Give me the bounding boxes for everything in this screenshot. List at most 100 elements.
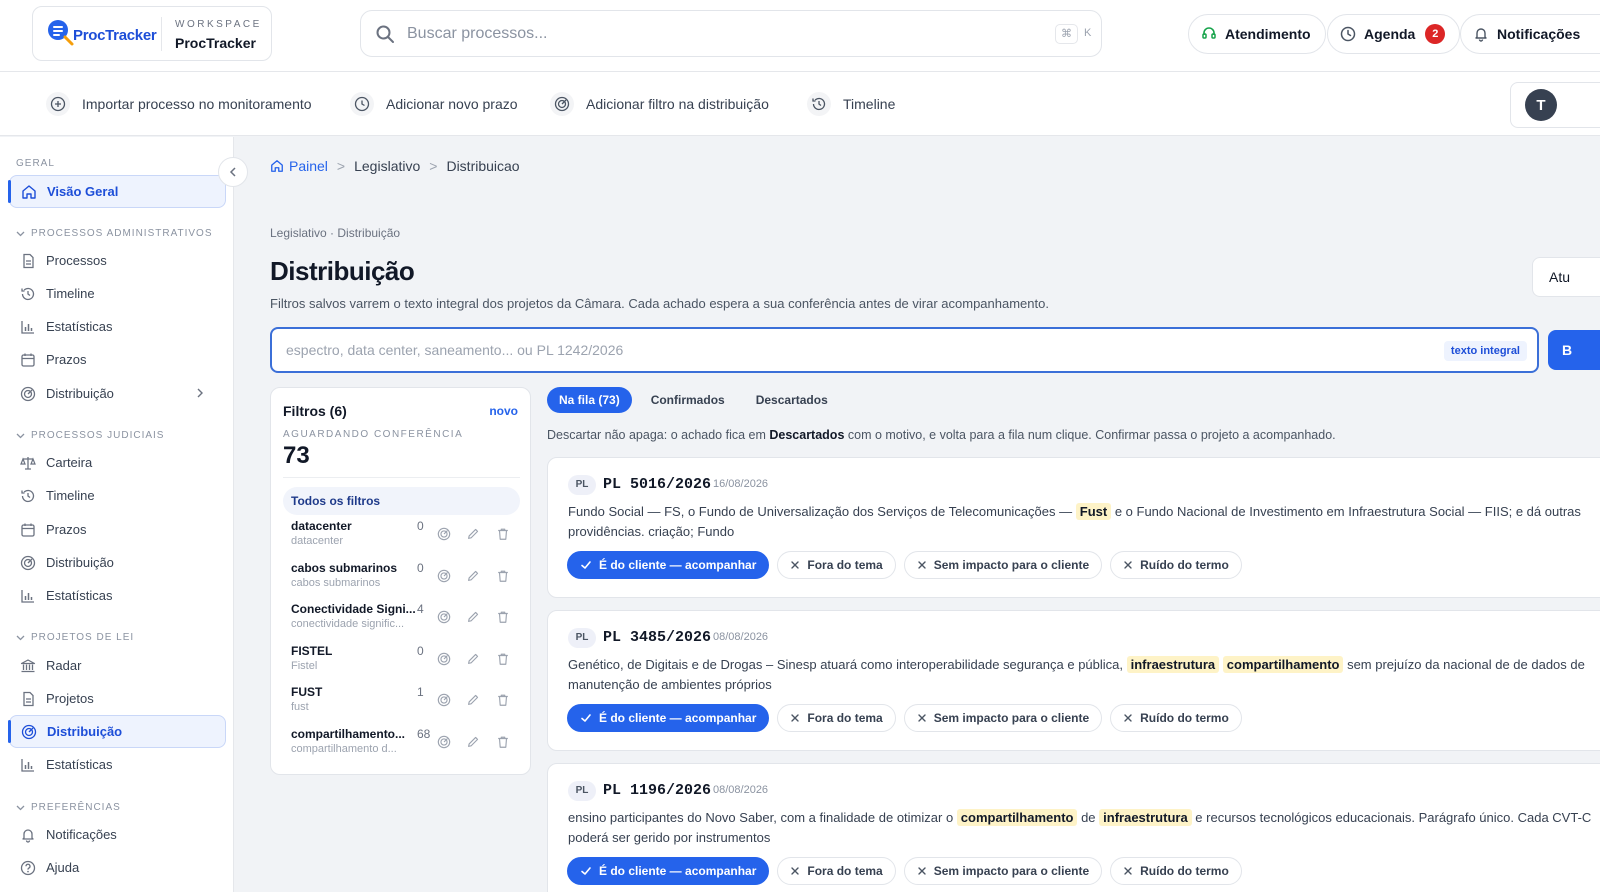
workspace-brand[interactable]: ProcTracker WORKSPACE ProcTracker xyxy=(32,6,272,61)
tab-confirmed[interactable]: Confirmados xyxy=(639,387,737,413)
radar-icon[interactable] xyxy=(436,692,452,708)
filter-row[interactable]: FISTEL Fistel 0 xyxy=(283,644,520,682)
filter-row[interactable]: FUST fust 1 xyxy=(283,685,520,723)
update-button[interactable]: Atu xyxy=(1532,257,1600,297)
new-filter-link[interactable]: novo xyxy=(489,404,518,418)
check-icon xyxy=(581,867,591,875)
sidebar-item-prazos-admin[interactable]: Prazos xyxy=(9,343,226,376)
fulltext-search[interactable]: texto integral xyxy=(270,327,1539,373)
breadcrumb: Painel > Legislativo > Distribuicao xyxy=(270,158,520,174)
add-deadline-action[interactable]: Adicionar novo prazo xyxy=(350,90,518,118)
bell-icon xyxy=(1475,28,1487,42)
section-label-pref[interactable]: PREFERÊNCIAS xyxy=(16,802,121,813)
sidebar-item-notificacoes[interactable]: Notificações xyxy=(9,818,226,851)
sidebar-item-visao-geral[interactable]: Visão Geral xyxy=(8,175,226,208)
sidebar-item-estatisticas-admin[interactable]: Estatísticas xyxy=(9,310,226,343)
trash-icon[interactable] xyxy=(495,734,511,750)
user-menu[interactable]: T xyxy=(1510,82,1600,128)
no-impact-button[interactable]: Sem impacto para o cliente xyxy=(903,857,1103,885)
fulltext-search-input[interactable] xyxy=(286,329,1386,371)
tab-queue[interactable]: Na fila (73) xyxy=(547,387,632,413)
bar-chart-icon xyxy=(21,320,34,334)
sidebar-item-estatisticas-lei[interactable]: Estatísticas xyxy=(9,748,226,781)
bill-number[interactable]: PL 3485/2026 xyxy=(603,629,711,646)
filter-term: fust xyxy=(291,701,309,714)
trash-icon[interactable] xyxy=(495,609,511,625)
sidebar-item-timeline-admin[interactable]: Timeline xyxy=(9,277,226,310)
tab-discarded[interactable]: Descartados xyxy=(744,387,840,413)
edit-icon[interactable] xyxy=(465,651,481,667)
section-label-lei[interactable]: PROJETOS DE LEI xyxy=(16,632,134,643)
sidebar-item-radar[interactable]: Radar xyxy=(9,649,226,682)
bill-number[interactable]: PL 1196/2026 xyxy=(603,782,711,799)
import-process-action[interactable]: Importar processo no monitoramento xyxy=(46,90,312,118)
filter-row[interactable]: datacenter datacenter 0 xyxy=(283,519,520,557)
sidebar-item-ajuda[interactable]: Ajuda xyxy=(9,851,226,884)
notifications-button[interactable]: Notificações xyxy=(1460,14,1600,54)
filter-row[interactable]: compartilhamento... compartilhamento d...… xyxy=(283,727,520,765)
off-topic-button[interactable]: Fora do tema xyxy=(777,704,896,732)
edit-icon[interactable] xyxy=(465,692,481,708)
edit-icon[interactable] xyxy=(465,609,481,625)
sidebar-item-estatisticas-judicial[interactable]: Estatísticas xyxy=(9,579,226,612)
section-label-judicial[interactable]: PROCESSOS JUDICIAIS xyxy=(16,430,164,441)
all-filters-item[interactable]: Todos os filtros xyxy=(283,487,520,515)
global-search-input[interactable] xyxy=(407,11,1007,56)
sidebar-item-distribuicao-admin[interactable]: Distribuição xyxy=(9,377,226,410)
search-submit-button[interactable]: B xyxy=(1548,330,1600,370)
section-label-admin[interactable]: PROCESSOS ADMINISTRATIVOS xyxy=(16,228,213,239)
bill-number[interactable]: PL 5016/2026 xyxy=(603,476,711,493)
close-icon xyxy=(791,867,800,875)
workspace-label: WORKSPACE xyxy=(175,19,262,30)
no-impact-button[interactable]: Sem impacto para o cliente xyxy=(903,704,1103,732)
sidebar-item-distribuicao-lei[interactable]: Distribuição xyxy=(8,715,226,748)
radar-icon[interactable] xyxy=(436,526,452,542)
confirm-client-button[interactable]: É do cliente — acompanhar xyxy=(567,857,770,885)
trash-icon[interactable] xyxy=(495,568,511,584)
fulltext-badge: texto integral xyxy=(1443,341,1527,361)
confirm-client-button[interactable]: É do cliente — acompanhar xyxy=(567,704,770,732)
trash-icon[interactable] xyxy=(495,526,511,542)
radar-icon[interactable] xyxy=(436,734,452,750)
sidebar-item-carteira[interactable]: Carteira xyxy=(9,446,226,479)
sidebar-item-processos[interactable]: Processos xyxy=(9,244,226,277)
term-noise-button[interactable]: Ruído do termo xyxy=(1110,857,1242,885)
off-topic-button[interactable]: Fora do tema xyxy=(777,551,896,579)
trash-icon[interactable] xyxy=(495,692,511,708)
filter-count: 68 xyxy=(417,727,431,741)
radar-icon[interactable] xyxy=(436,609,452,625)
agenda-button[interactable]: Agenda 2 xyxy=(1327,14,1461,54)
agenda-count-badge: 2 xyxy=(1425,24,1446,44)
bill-card: PL PL 5016/2026 16/08/2026 Fundo Social — F… xyxy=(547,457,1600,598)
edit-icon[interactable] xyxy=(465,526,481,542)
radar-icon[interactable] xyxy=(436,568,452,584)
term-noise-button[interactable]: Ruído do termo xyxy=(1110,551,1242,579)
sidebar-item-timeline-judicial[interactable]: Timeline xyxy=(9,479,226,512)
building-icon xyxy=(20,658,36,672)
support-button[interactable]: Atendimento xyxy=(1188,14,1326,54)
filter-row[interactable]: Conectividade Signi... conectividade sign… xyxy=(283,602,520,640)
trash-icon[interactable] xyxy=(495,651,511,667)
add-distribution-filter-label: Adicionar filtro na distribuição xyxy=(586,96,769,112)
chevron-down-icon xyxy=(16,433,25,439)
sidebar-item-distribuicao-judicial[interactable]: Distribuição xyxy=(9,546,226,579)
bill-excerpt: Fundo Social — FS, o Fundo de Universali… xyxy=(568,502,1600,542)
add-distribution-filter-action[interactable]: Adicionar filtro na distribuição xyxy=(550,90,769,118)
close-icon xyxy=(918,561,926,569)
sidebar-item-projetos[interactable]: Projetos xyxy=(9,682,226,715)
breadcrumb-section-link[interactable]: Legislativo xyxy=(354,158,420,174)
sidebar-collapse-button[interactable] xyxy=(218,157,248,187)
global-search[interactable]: ⌘ K xyxy=(360,10,1102,57)
off-topic-button[interactable]: Fora do tema xyxy=(777,857,896,885)
edit-icon[interactable] xyxy=(465,734,481,750)
filter-row[interactable]: cabos submarinos cabos submarinos 0 xyxy=(283,561,520,599)
timeline-action[interactable]: Timeline xyxy=(807,90,895,118)
no-impact-button[interactable]: Sem impacto para o cliente xyxy=(903,551,1103,579)
confirm-client-button[interactable]: É do cliente — acompanhar xyxy=(567,551,770,579)
radar-icon[interactable] xyxy=(436,651,452,667)
filters-title: Filtros (6) xyxy=(283,403,347,419)
term-noise-button[interactable]: Ruído do termo xyxy=(1110,704,1242,732)
edit-icon[interactable] xyxy=(465,568,481,584)
breadcrumb-home-link[interactable]: Painel xyxy=(270,158,328,174)
sidebar-item-prazos-judicial[interactable]: Prazos xyxy=(9,513,226,546)
